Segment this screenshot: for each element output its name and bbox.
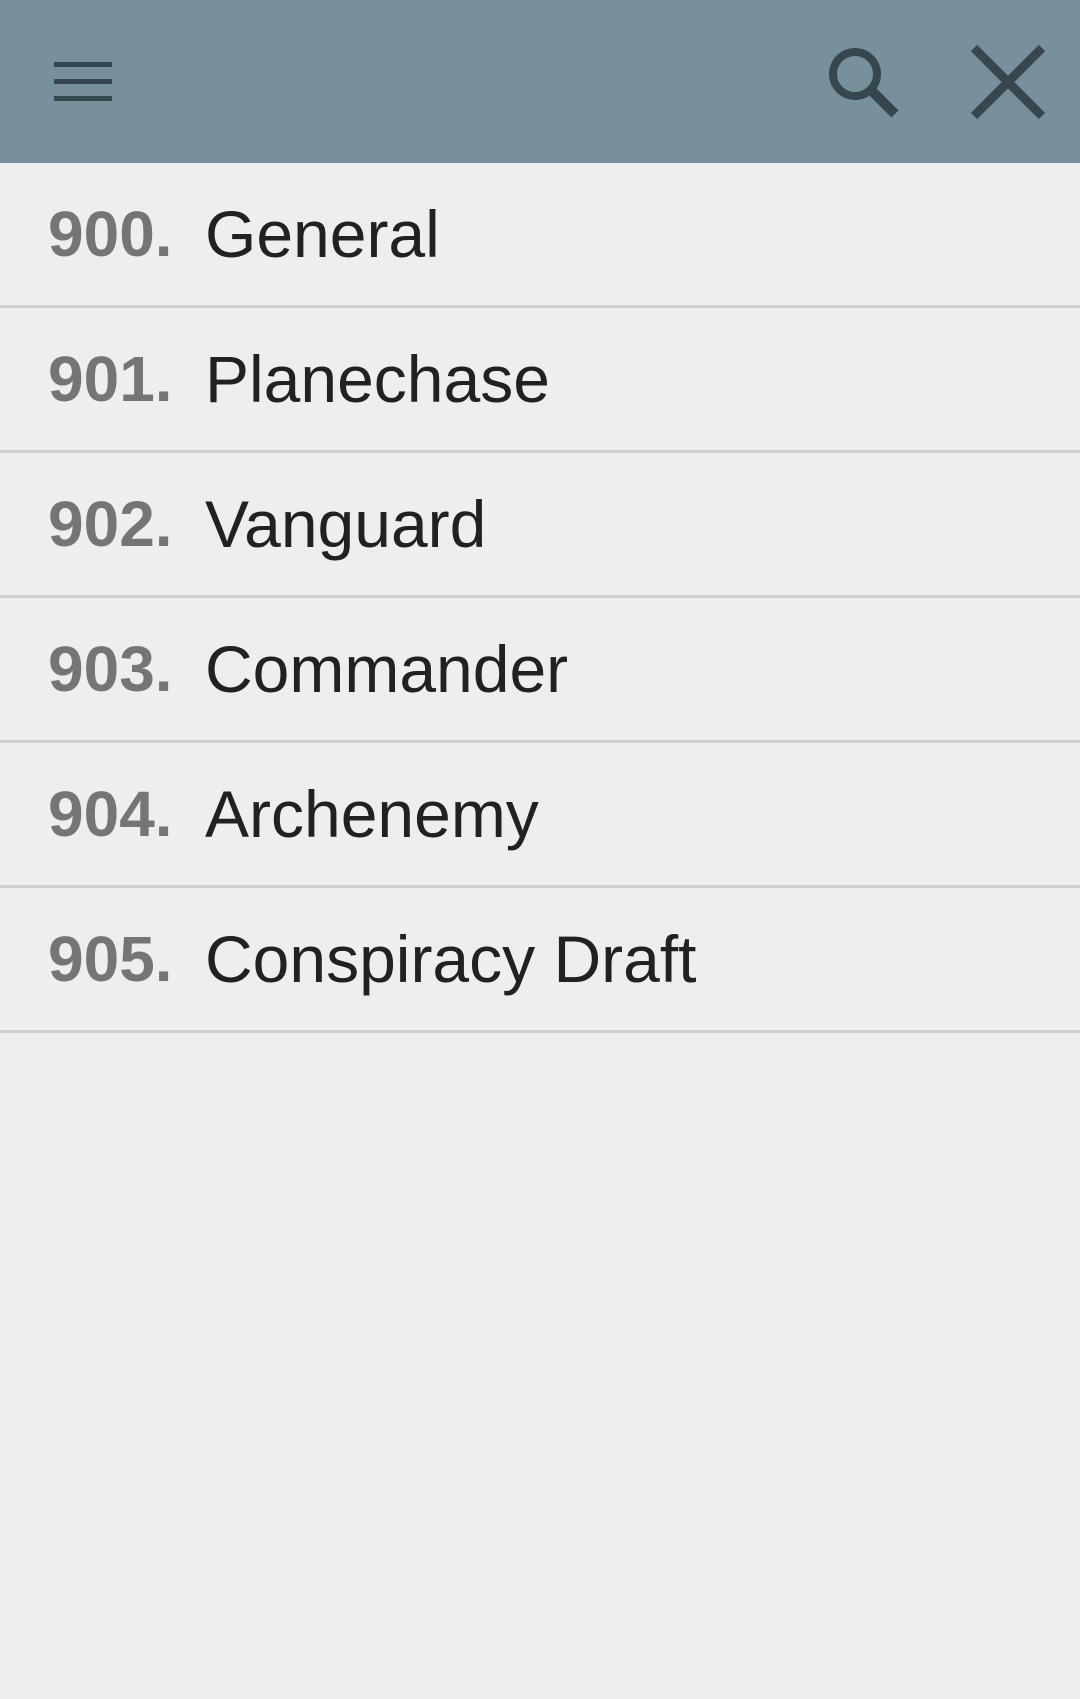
rules-section-list: 900. General 901. Planechase 902. Vangua… (0, 163, 1080, 1033)
menu-button[interactable] (19, 0, 149, 163)
list-item[interactable]: 902. Vanguard (0, 453, 1080, 598)
section-title: Commander (205, 632, 569, 706)
list-item[interactable]: 905. Conspiracy Draft (0, 888, 1080, 1033)
search-button[interactable] (798, 0, 928, 163)
section-number: 904. (48, 778, 173, 850)
section-title: Vanguard (205, 487, 487, 561)
section-number: 901. (48, 343, 173, 415)
section-number: 900. (48, 198, 173, 270)
app-toolbar (0, 0, 1080, 163)
close-button[interactable] (943, 0, 1073, 163)
list-item[interactable]: 903. Commander (0, 598, 1080, 743)
section-number: 902. (48, 488, 173, 560)
section-number: 903. (48, 633, 173, 705)
search-icon (829, 47, 899, 118)
hamburger-menu-icon (54, 61, 112, 101)
list-item[interactable]: 904. Archenemy (0, 743, 1080, 888)
section-number: 905. (48, 923, 173, 995)
close-icon (970, 44, 1046, 119)
section-title: Archenemy (205, 777, 539, 851)
section-title: General (205, 197, 440, 271)
section-title: Conspiracy Draft (205, 922, 697, 996)
list-item[interactable]: 900. General (0, 163, 1080, 308)
list-item[interactable]: 901. Planechase (0, 308, 1080, 453)
section-title: Planechase (205, 342, 550, 416)
